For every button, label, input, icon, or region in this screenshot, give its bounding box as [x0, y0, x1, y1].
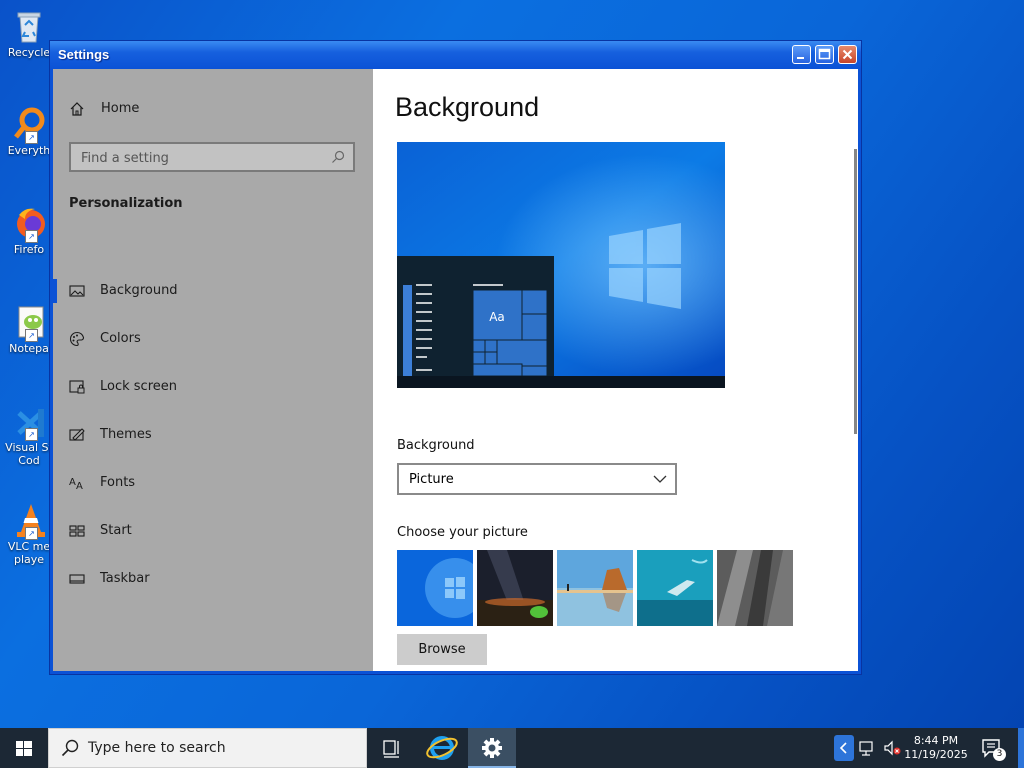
- nav-item-themes[interactable]: Themes: [53, 415, 373, 455]
- shortcut-arrow-icon: ↗: [25, 230, 38, 243]
- shortcut-arrow-icon: ↗: [25, 131, 38, 144]
- themes-icon: [69, 428, 85, 441]
- notepad-plus-plus-icon: ↗: [11, 304, 47, 342]
- shortcut-arrow-icon: ↗: [25, 329, 38, 342]
- network-tray-icon[interactable]: [858, 739, 878, 757]
- search-icon: [332, 150, 345, 163]
- nav-home-label: Home: [101, 101, 140, 116]
- nav-item-colors[interactable]: Colors: [53, 319, 373, 359]
- maximize-icon: [818, 48, 831, 60]
- nav-item-label: Themes: [100, 427, 152, 442]
- clock-time: 8:44 PM: [913, 734, 959, 747]
- recycle-bin-icon: [11, 8, 47, 44]
- title-bar[interactable]: Settings: [50, 41, 861, 69]
- shortcut-arrow-icon: ↗: [25, 428, 38, 441]
- settings-window: Settings Home Find a setting Personaliza…: [49, 40, 862, 675]
- volume-muted-icon: [884, 740, 901, 756]
- close-button[interactable]: [838, 45, 857, 64]
- notification-count-badge: 3: [993, 748, 1006, 761]
- firefox-icon: ↗: [11, 205, 47, 243]
- maximize-button[interactable]: [815, 45, 834, 64]
- picture-thumbnail-beach[interactable]: [557, 550, 633, 626]
- nav-item-label: Taskbar: [100, 571, 150, 586]
- gear-icon: [482, 738, 502, 758]
- palette-icon: [69, 331, 85, 347]
- browse-button[interactable]: Browse: [397, 634, 487, 665]
- window-client-area: Home Personalization Background: [53, 69, 858, 671]
- nav-section-title: Personalization: [69, 196, 183, 211]
- home-icon: [70, 102, 84, 116]
- start-icon: [69, 525, 85, 537]
- settings-nav-pane: Home Personalization Background: [53, 69, 373, 671]
- network-icon: [859, 741, 873, 756]
- background-field-label: Background: [397, 438, 475, 453]
- choose-picture-label: Choose your picture: [397, 525, 528, 540]
- task-view-button[interactable]: [368, 728, 416, 768]
- find-setting-input[interactable]: [79, 148, 323, 168]
- show-hidden-icons-button[interactable]: [834, 735, 854, 761]
- background-type-dropdown[interactable]: Picture: [397, 463, 677, 495]
- search-icon: [61, 739, 79, 757]
- volume-tray-icon[interactable]: [882, 739, 902, 757]
- taskbar-clock[interactable]: 8:44 PM 11/19/2025: [904, 734, 968, 762]
- lock-screen-icon: [69, 380, 85, 394]
- taskbar-icon: [69, 574, 85, 584]
- nav-item-label: Lock screen: [100, 379, 177, 394]
- dropdown-value: Picture: [409, 472, 454, 487]
- nav-item-background[interactable]: Background: [53, 271, 373, 311]
- clock-date: 11/19/2025: [904, 748, 968, 761]
- internet-explorer-icon: [426, 736, 458, 760]
- nav-item-label: Background: [100, 283, 178, 298]
- nav-item-start[interactable]: Start: [53, 511, 373, 551]
- settings-content-pane: Background Aa Background Picture Choose …: [373, 69, 858, 671]
- svg-text:A: A: [76, 481, 83, 491]
- close-icon: [842, 49, 853, 60]
- nav-item-label: Start: [100, 523, 132, 538]
- svg-text:A: A: [69, 477, 76, 488]
- window-title: Settings: [58, 47, 110, 62]
- everything-search-icon: ↗: [11, 106, 47, 144]
- vertical-scrollbar[interactable]: [854, 149, 857, 434]
- start-button[interactable]: [0, 728, 48, 768]
- taskbar-settings[interactable]: [468, 728, 516, 768]
- picture-thumbnail-rock[interactable]: [717, 550, 793, 626]
- picture-thumbnail-windows[interactable]: [397, 550, 473, 626]
- background-preview: Aa: [397, 142, 725, 388]
- action-center-button[interactable]: 3: [980, 736, 1006, 761]
- nav-item-taskbar[interactable]: Taskbar: [53, 559, 373, 599]
- vlc-icon: ↗: [11, 502, 47, 540]
- nav-item-label: Colors: [100, 331, 141, 346]
- nav-item-label: Fonts: [100, 475, 136, 490]
- preview-tile-text: Aa: [489, 310, 505, 324]
- picture-thumbnail-night-sky[interactable]: [477, 550, 553, 626]
- taskbar: Type here to search 8:44 PM 11/19/2025 3: [0, 728, 1024, 768]
- minimize-button[interactable]: [792, 45, 811, 64]
- taskbar-search-box[interactable]: Type here to search: [48, 728, 367, 768]
- taskbar-internet-explorer[interactable]: [418, 728, 466, 768]
- chevron-down-icon: [653, 475, 667, 483]
- windows-start-icon: [16, 741, 32, 756]
- picture-icon: [69, 285, 85, 297]
- picture-thumbnail-underwater[interactable]: [637, 550, 713, 626]
- minimize-icon: [797, 57, 804, 59]
- taskbar-search-text: Type here to search: [88, 740, 226, 756]
- shortcut-arrow-icon: ↗: [25, 527, 38, 540]
- nav-item-lock-screen[interactable]: Lock screen: [53, 367, 373, 407]
- vscode-icon: ↗: [11, 403, 47, 441]
- task-view-icon: [383, 740, 399, 758]
- nav-item-fonts[interactable]: A A Fonts: [53, 463, 373, 503]
- fonts-icon: A A: [69, 477, 83, 491]
- page-title: Background: [395, 92, 540, 122]
- find-setting-search[interactable]: [69, 142, 355, 172]
- chevron-left-icon: [839, 742, 847, 754]
- show-desktop-button[interactable]: [1018, 728, 1024, 768]
